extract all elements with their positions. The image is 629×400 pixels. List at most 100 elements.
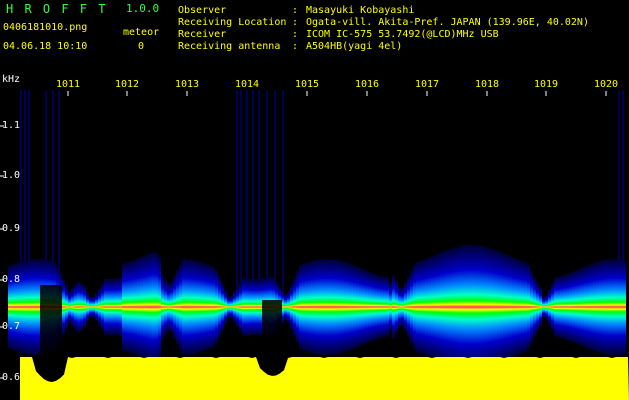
signal-band-slice <box>320 259 323 355</box>
signal-band-slice <box>449 248 452 366</box>
x-tick-label: 1020 <box>593 79 619 90</box>
signal-band-slice <box>98 288 101 326</box>
noise-streak <box>240 90 242 300</box>
signal-band-slice <box>68 292 71 322</box>
signal-band-slice <box>587 265 590 349</box>
signal-band-slice <box>374 274 377 340</box>
signal-band-slice <box>608 259 611 355</box>
signal-band-slice <box>149 253 152 361</box>
signal-band-slice <box>152 251 155 363</box>
signal-band-slice <box>140 256 143 358</box>
signal-band-slice <box>518 260 521 354</box>
signal-band-slice <box>617 259 620 355</box>
signal-band-slice <box>416 261 419 353</box>
signal-band-slice <box>437 253 440 361</box>
signal-band-slice <box>527 264 530 350</box>
signal-band-slice <box>122 263 125 351</box>
signal-band-slice <box>332 259 335 355</box>
noise-streak <box>274 90 276 300</box>
signal-band-slice <box>158 256 161 358</box>
signal-band-slice <box>380 276 383 338</box>
signal-band-slice <box>92 297 95 317</box>
signal-band-slice <box>107 278 110 336</box>
signal-band-slice <box>299 264 302 350</box>
signal-band-slice <box>539 288 542 326</box>
signal-band-slice <box>401 288 404 326</box>
signal-band-slice <box>128 261 131 353</box>
signal-band-slice <box>134 259 137 355</box>
x-tick-label: 1013 <box>174 79 200 90</box>
y-tick-label: 1.0 <box>2 170 21 181</box>
signal-band-slice <box>422 259 425 355</box>
signal-band-slice <box>311 260 314 354</box>
signal-band-slice <box>557 276 560 338</box>
signal-band-slice <box>569 272 572 342</box>
signal-band-slice <box>305 262 308 352</box>
signal-band-slice <box>227 296 230 318</box>
signal-band-slice <box>383 277 386 337</box>
x-tick-label: 1017 <box>414 79 440 90</box>
signal-band-slice <box>398 286 401 328</box>
signal-band-slice <box>242 277 245 337</box>
signal-band-slice <box>551 283 554 331</box>
signal-band-slice <box>290 284 293 330</box>
signal-band-slice <box>440 252 443 362</box>
spectrogram-plot <box>0 90 629 400</box>
signal-band-slice <box>371 273 374 341</box>
x-tick-label: 1011 <box>55 79 81 90</box>
y-tick-label: 0.8 <box>2 274 21 285</box>
signal-band-slice <box>329 259 332 355</box>
signal-band-slice <box>377 275 380 339</box>
noise-floor <box>20 357 629 400</box>
signal-band-slice <box>95 293 98 321</box>
signal-band-slice <box>572 271 575 343</box>
signal-band-slice <box>341 261 344 353</box>
signal-band-slice <box>548 289 551 325</box>
signal-band-slice <box>362 269 365 345</box>
signal-band-slice <box>494 250 497 364</box>
signal-band-slice <box>530 270 533 344</box>
signal-band-slice <box>407 276 410 338</box>
signal-band-slice <box>143 255 146 359</box>
x-tick-label: 1018 <box>474 79 500 90</box>
signal-band-slice <box>464 245 467 369</box>
signal-band-slice <box>89 297 92 317</box>
signal-band-slice <box>344 262 347 352</box>
signal-band-slice <box>215 270 218 344</box>
signal-band-slice <box>458 246 461 368</box>
signal-band-slice <box>194 260 197 354</box>
signal-band-slice <box>584 266 587 348</box>
signal-band-slice <box>293 278 296 336</box>
signal-band-slice <box>146 254 149 360</box>
signal-band-slice <box>350 264 353 350</box>
noise-streak <box>266 90 268 300</box>
signal-band-slice <box>257 278 260 336</box>
signal-band-slice <box>500 252 503 362</box>
signal-band-slice <box>113 278 116 336</box>
signal-band-slice <box>203 263 206 351</box>
signal-band-slice <box>395 281 398 333</box>
signal-band-slice <box>368 271 371 343</box>
signal-band-slice <box>419 260 422 354</box>
y-tick-label: 0.6 <box>2 372 21 383</box>
signal-band-slice <box>197 261 200 353</box>
signal-band-slice <box>137 258 140 356</box>
signal-band-slice <box>521 261 524 353</box>
signal-band-slice <box>443 251 446 363</box>
signal-band-slice <box>20 261 23 353</box>
signal-band-slice <box>221 283 224 331</box>
signal-band-slice <box>239 282 242 332</box>
signal-band-slice <box>425 258 428 356</box>
signal-band-slice <box>335 259 338 355</box>
signal-band-slice <box>506 255 509 359</box>
signal-band-slice <box>26 259 29 355</box>
signal-band-slice <box>101 283 104 331</box>
signal-band-slice <box>389 283 392 331</box>
signal-band-slice <box>188 259 191 355</box>
signal-band-slice <box>35 259 38 355</box>
signal-band-slice <box>230 296 233 318</box>
signal-band-slice <box>191 259 194 355</box>
signal-band-slice <box>428 257 431 357</box>
signal-band-slice <box>476 245 479 369</box>
signal-band-slice <box>131 260 134 354</box>
